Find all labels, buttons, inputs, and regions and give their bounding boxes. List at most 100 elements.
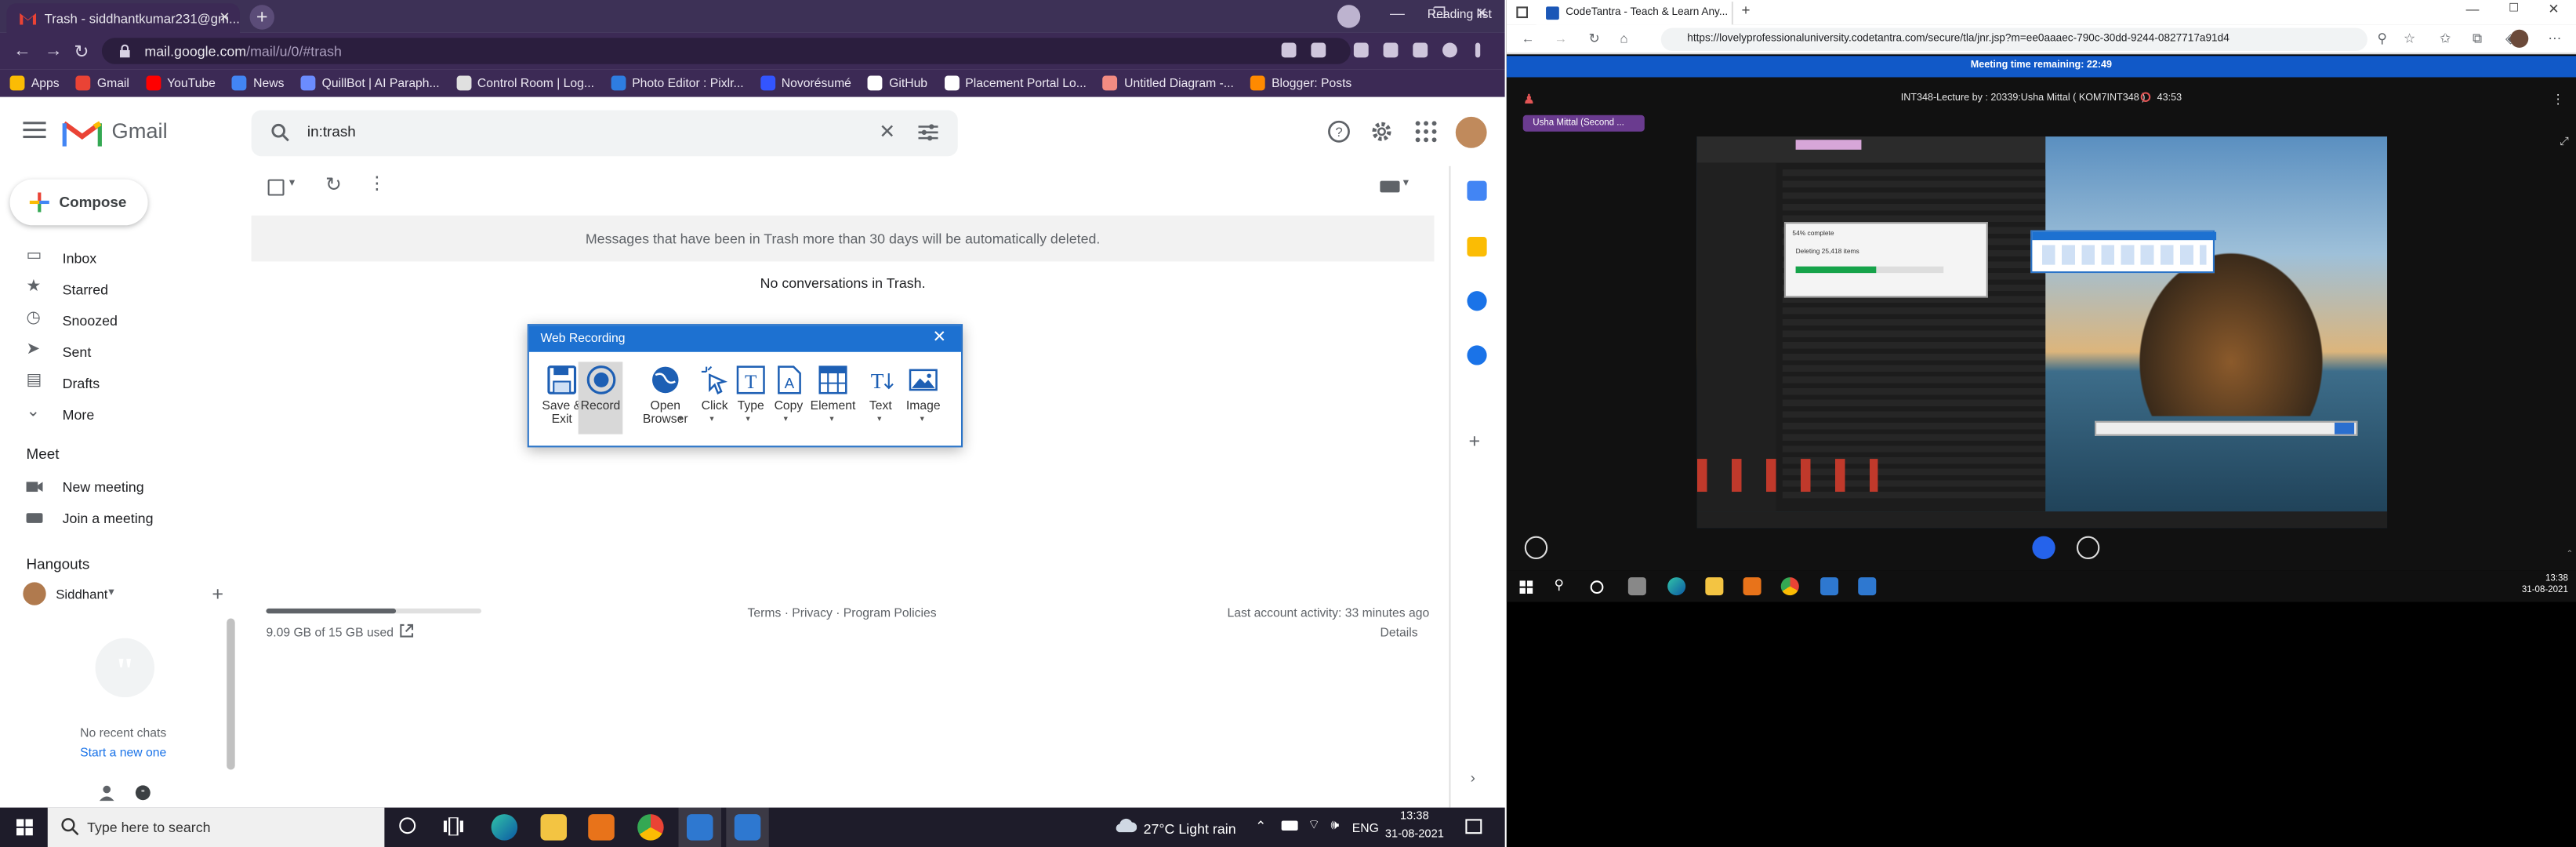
details-link[interactable]: Details (1315, 625, 1418, 640)
text-dropdown-icon[interactable]: ▾ (877, 414, 881, 424)
edge-taskbar-icon[interactable] (491, 814, 518, 841)
user-dropdown-icon[interactable]: ▾ (108, 586, 114, 599)
contacts-icon[interactable] (1467, 345, 1487, 365)
bookmark-item[interactable]: Control Room | Log... (455, 75, 594, 91)
expand-panel-icon[interactable]: › (1471, 769, 1475, 786)
image-dropdown-icon[interactable]: ▾ (920, 414, 924, 424)
search-box[interactable]: in:trash ✕ (251, 110, 958, 157)
network-icon[interactable]: ⌔ (1308, 817, 1320, 834)
cortana-icon[interactable] (399, 817, 416, 834)
open-browser-button[interactable]: Open Browser (639, 365, 691, 427)
compose-button[interactable]: Compose (9, 179, 148, 226)
more-actions-icon[interactable]: ⋮ (368, 173, 386, 194)
bookmark-item[interactable]: Untitled Diagram -... (1102, 75, 1234, 91)
bookmark-item[interactable]: Placement Portal Lo... (944, 75, 1087, 91)
right-profile-icon[interactable] (2510, 29, 2529, 48)
nav-item-sent[interactable]: ➤ Sent (0, 337, 246, 367)
bookmark-item[interactable]: Novorésumé (760, 75, 851, 91)
copy-button[interactable]: A Copy (767, 365, 810, 413)
search-options-icon[interactable] (918, 123, 938, 141)
right-menu-icon[interactable]: ⋯ (2548, 31, 2561, 46)
contacts-person-icon[interactable] (99, 784, 115, 802)
element-dropdown-icon[interactable]: ▾ (829, 414, 833, 424)
account-icon[interactable] (1442, 42, 1457, 58)
select-all-checkbox[interactable] (267, 179, 285, 196)
user-avatar[interactable] (1455, 116, 1487, 148)
bookmark-star-icon[interactable] (1311, 42, 1326, 58)
collapse-icon[interactable]: ⌃ (2566, 549, 2573, 559)
install-icon[interactable] (1281, 42, 1297, 58)
kebab-menu-icon[interactable] (1475, 42, 1481, 58)
back-icon[interactable]: ← (13, 41, 31, 60)
web-recording-close-icon[interactable]: ✕ (933, 325, 947, 352)
type-button[interactable]: T Type (729, 365, 771, 413)
bookmark-item[interactable]: QuillBot | AI Paraph... (300, 75, 440, 91)
right-favorites-bar-icon[interactable]: ✩ (2440, 31, 2451, 46)
battery-icon[interactable] (1281, 820, 1298, 831)
puzzle-icon[interactable] (1413, 42, 1428, 58)
uipath-studio-taskbar-icon[interactable] (734, 814, 761, 841)
select-dropdown-icon[interactable]: ▾ (289, 176, 295, 189)
taskbar-time[interactable]: 13:38 (1390, 811, 1439, 823)
bookmark-item[interactable]: Photo Editor : Pixlr... (610, 75, 744, 91)
right-collections-icon[interactable]: ⧉ (2473, 31, 2482, 48)
settings-gear-icon[interactable] (1370, 120, 1393, 143)
click-dropdown-icon[interactable]: ▾ (709, 414, 713, 424)
bookmark-item[interactable]: Blogger: Posts (1250, 75, 1351, 91)
tab-gmail-trash[interactable]: Trash - siddhantkumar231@gm... ✕ (6, 3, 240, 33)
right-forward-icon[interactable]: → (1555, 31, 1568, 46)
headset-button[interactable] (2032, 536, 2055, 560)
refresh-icon[interactable]: ↻ (325, 173, 342, 195)
input-tools-icon[interactable] (1380, 180, 1400, 193)
tab-actions-icon[interactable] (1516, 6, 1529, 19)
notification-center-icon[interactable] (1465, 819, 1482, 834)
bookmark-item[interactable]: GitHub (867, 75, 927, 91)
image-button[interactable]: Image (900, 365, 946, 413)
hangouts-chat-icon[interactable]: " (135, 784, 151, 801)
calendar-icon[interactable] (1467, 180, 1487, 201)
tasks-icon[interactable] (1467, 291, 1487, 311)
main-menu-icon[interactable] (23, 122, 46, 139)
profile-icon[interactable] (1337, 5, 1361, 28)
record-button[interactable]: Record (578, 362, 623, 434)
bookmark-item[interactable]: Apps (9, 75, 60, 91)
new-meeting-link[interactable]: New meeting (0, 472, 246, 502)
camera-off-button[interactable] (2076, 536, 2100, 560)
task-view-icon[interactable] (443, 817, 463, 836)
start-new-chat-link[interactable]: Start a new one (16, 745, 230, 760)
weather-text[interactable]: 27°C Light rain (1144, 820, 1236, 837)
clear-search-icon[interactable]: ✕ (879, 120, 895, 143)
right-new-tab-button[interactable]: + (1741, 2, 1750, 18)
search-icon[interactable] (271, 123, 289, 142)
right-zoom-icon[interactable]: ⚲ (2377, 31, 2386, 46)
tab-close-icon[interactable]: ✕ (219, 10, 230, 25)
reading-list[interactable]: Reading list (1428, 6, 1492, 21)
nav-item-inbox[interactable]: ▭ Inbox (0, 243, 246, 273)
windows-start-icon[interactable] (16, 819, 33, 836)
text-button[interactable]: T Text (859, 365, 902, 413)
join-meeting-link[interactable]: Join a meeting (0, 503, 246, 533)
chrome-taskbar-icon[interactable] (637, 814, 664, 841)
right-favorite-icon[interactable]: ☆ (2404, 31, 2415, 46)
open-external-icon[interactable] (399, 623, 414, 638)
forward-icon[interactable]: → (45, 41, 63, 60)
tray-chevron-icon[interactable]: ⌃ (1255, 819, 1266, 834)
right-maximize-button[interactable]: ☐ (2509, 2, 2519, 15)
url-field[interactable]: mail.google.com/mail/u/0/#trash (101, 38, 1351, 64)
file-explorer-taskbar-icon[interactable] (540, 814, 568, 841)
right-close-button[interactable]: ✕ (2548, 2, 2559, 16)
participants-icon[interactable]: ♟ (1523, 92, 1535, 107)
keep-icon[interactable] (1467, 236, 1487, 257)
open-browser-dropdown-icon[interactable]: ▾ (679, 414, 683, 424)
get-addons-plus-icon[interactable]: + (1469, 429, 1481, 452)
right-url-field[interactable]: https://lovelyprofessionaluniversity.cod… (1660, 27, 2367, 52)
camera-extension-icon[interactable] (1383, 42, 1399, 58)
nav-item-drafts[interactable]: ▤ Drafts (0, 369, 246, 398)
nav-item-snoozed[interactable]: ◷ Snoozed (0, 306, 246, 336)
input-tools-dropdown-icon[interactable]: ▾ (1403, 176, 1409, 189)
element-button[interactable]: Element (807, 365, 859, 413)
sublime-taskbar-icon[interactable] (588, 814, 615, 841)
new-tab-button[interactable]: + (249, 5, 274, 30)
uipath-taskbar-icon[interactable] (687, 814, 713, 841)
footer-links[interactable]: Terms · Privacy · Program Policies (748, 605, 937, 620)
